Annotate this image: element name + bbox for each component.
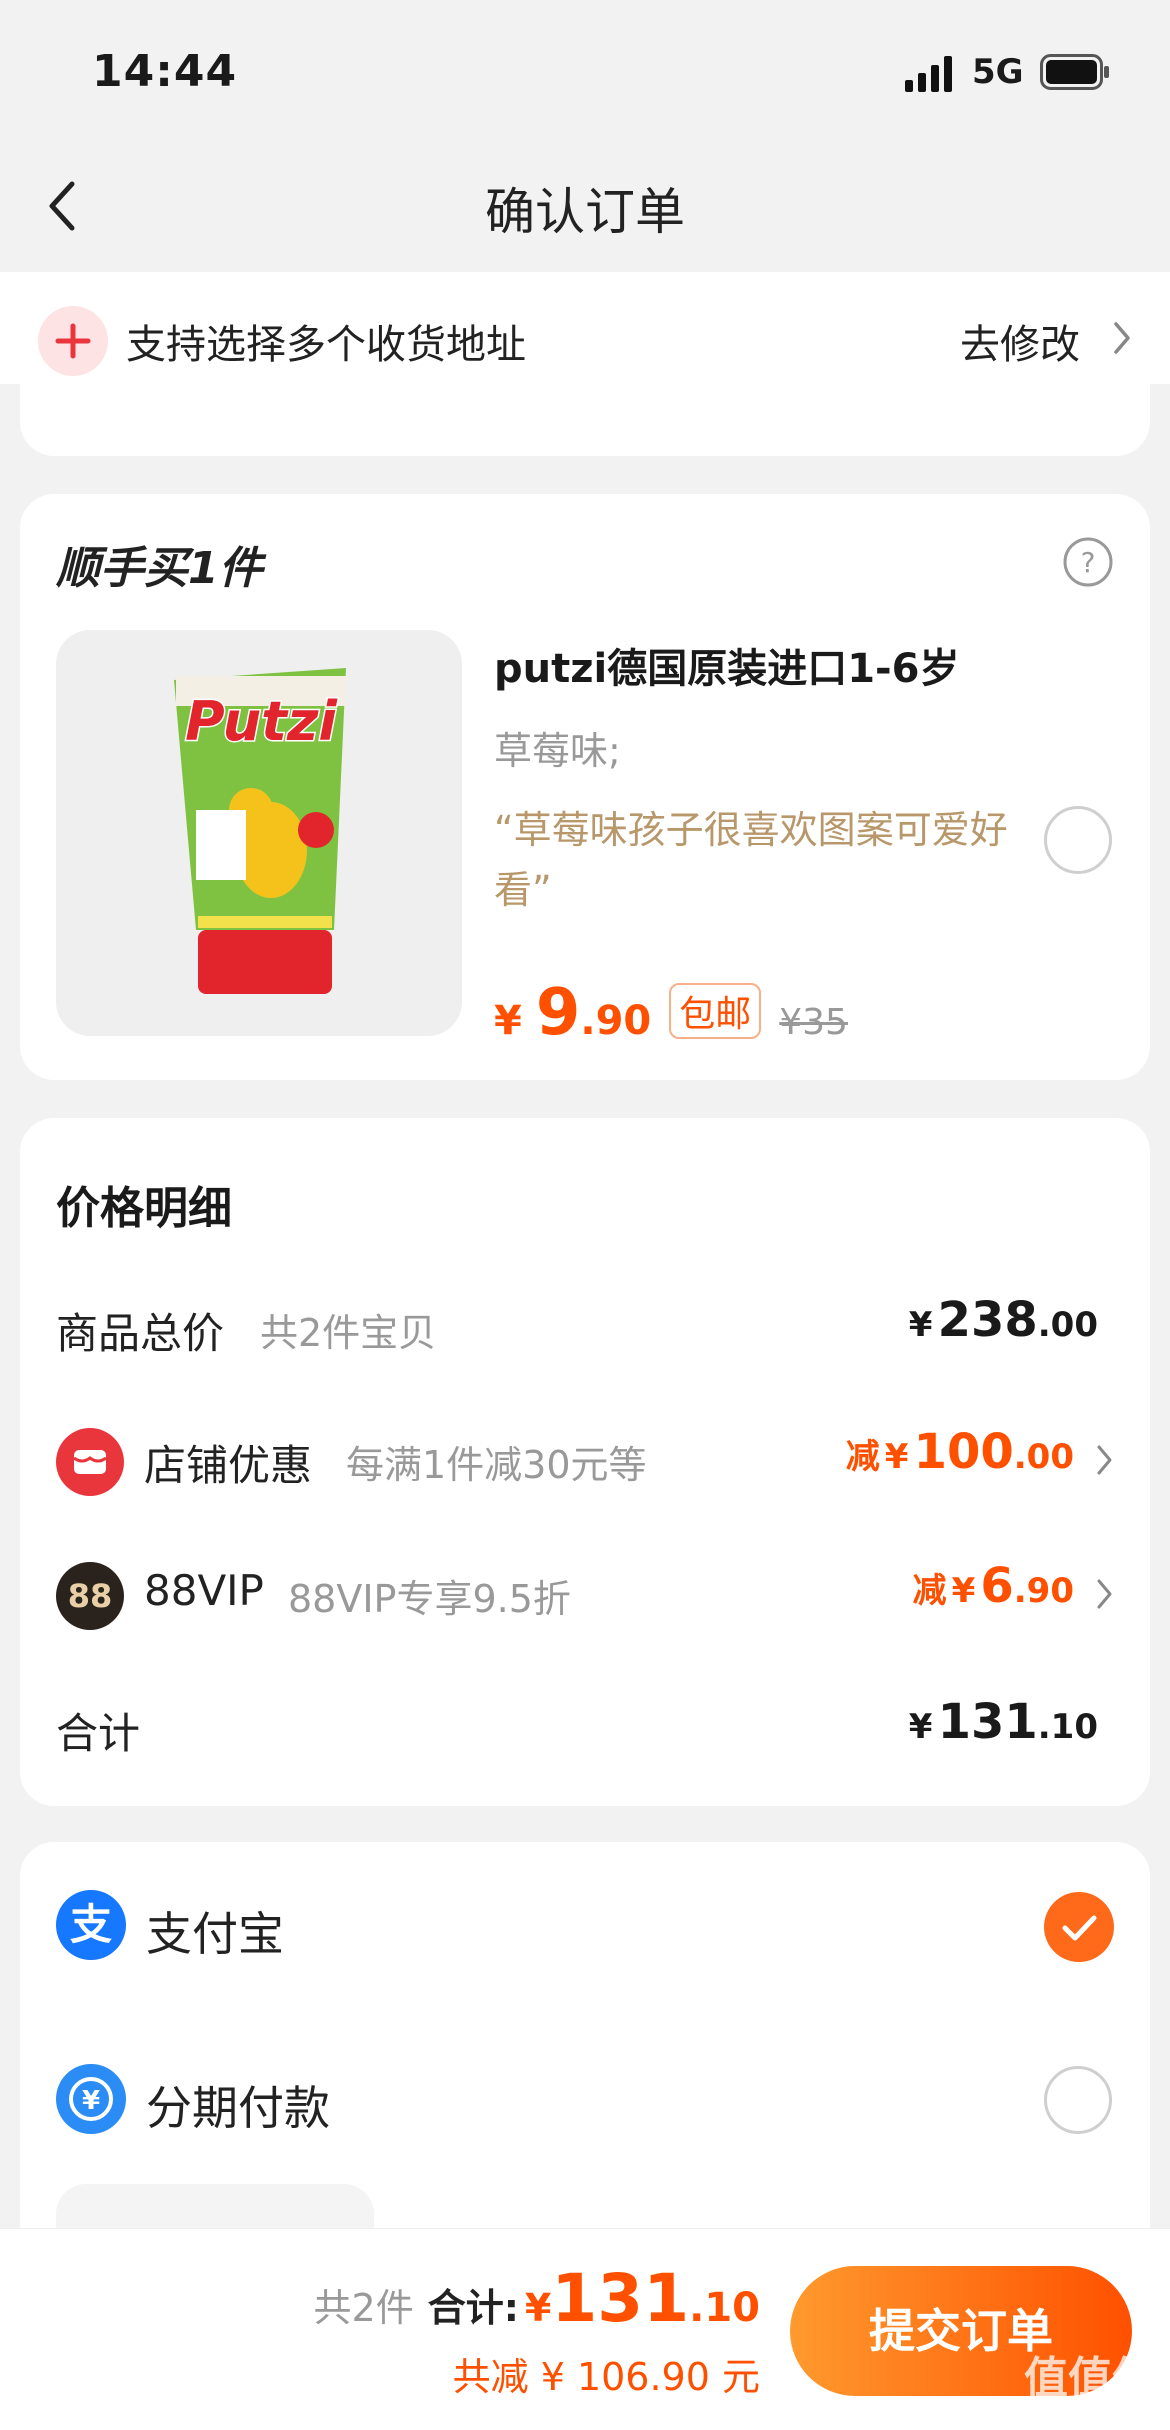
price-decimal: .90	[580, 998, 652, 1044]
checkout-total: 共2件 合计: ¥ 131 .10	[314, 2260, 760, 2337]
free-shipping-badge: 包邮	[669, 983, 762, 1039]
currency: ¥	[951, 1571, 976, 1611]
signal-icon	[905, 56, 952, 92]
currency: ¥	[908, 1305, 933, 1345]
help-icon[interactable]: ?	[1062, 536, 1114, 588]
amount-decimal: .00	[1013, 1437, 1074, 1477]
goods-total-amount: ¥ 238.00	[909, 1292, 1098, 1348]
vip-desc: 88VIP专享9.5折	[288, 1577, 571, 1621]
brand-text: Putzi	[185, 690, 338, 753]
price-integer: 9	[535, 976, 581, 1050]
product-review: “草莓味孩子很喜欢图案可爱好看”	[494, 808, 1008, 912]
goods-total-label: 商品总价	[56, 1309, 225, 1358]
battery-icon	[1040, 54, 1109, 90]
alipay-label[interactable]: 支付宝	[146, 1898, 284, 1964]
installment-radio[interactable]	[1044, 2066, 1112, 2134]
original-price: ¥35	[779, 1002, 848, 1043]
total-saved: 共减 ¥ 106.90 元	[452, 2355, 760, 2399]
network-label: 5G	[972, 52, 1024, 92]
addon-select-radio[interactable]	[1044, 806, 1112, 874]
addon-title: 顺手买1件	[56, 543, 263, 594]
product-image[interactable]: Putzi	[56, 630, 462, 1036]
product-spec: 草莓味;	[494, 729, 621, 773]
address-card-bottom	[20, 384, 1150, 456]
alipay-selected-check[interactable]	[1044, 1892, 1114, 1962]
discount-prefix: 减	[845, 1437, 880, 1477]
subtotal-amount: ¥ 131.10	[909, 1694, 1098, 1750]
item-count: 共2件	[313, 2286, 414, 2330]
svg-text:?: ?	[1081, 546, 1096, 579]
page-title: 确认订单	[485, 183, 685, 241]
amount-integer: 131	[937, 1694, 1038, 1750]
svg-text:¥: ¥	[82, 2086, 100, 2116]
shop-icon	[56, 1428, 124, 1496]
subtotal-label: 合计	[56, 1709, 141, 1758]
goods-count: 共2件宝贝	[260, 1311, 437, 1355]
watermark: 值值值	[1024, 2353, 1156, 2404]
watermark-url: zhizhizhi.com	[1020, 2402, 1129, 2421]
amount-integer: 100	[913, 1424, 1014, 1480]
multi-address-text: 支持选择多个收货地址	[126, 322, 526, 368]
product-name[interactable]: putzi德国原装进口1-6岁	[494, 636, 960, 694]
discount-prefix: 减	[912, 1571, 947, 1611]
amount-decimal: .10	[1037, 1707, 1098, 1747]
chevron-right-icon[interactable]	[1110, 318, 1134, 358]
chevron-right-icon[interactable]	[1094, 1576, 1116, 1612]
sum-integer: 131	[551, 2260, 690, 2337]
amount-decimal: .90	[1013, 1571, 1074, 1611]
toothpaste-tube-image: Putzi	[174, 668, 346, 994]
edit-address-link[interactable]: 去修改	[960, 312, 1080, 370]
shop-discount-label[interactable]: 店铺优惠	[144, 1432, 312, 1493]
chevron-right-icon[interactable]	[1094, 1442, 1116, 1478]
vip-discount-amount[interactable]: 减 ¥ 6.90	[913, 1558, 1075, 1614]
vip-label[interactable]: 88VIP	[144, 1566, 264, 1615]
amount-integer: 6	[980, 1558, 1014, 1614]
price-detail-title: 价格明细	[56, 1183, 232, 1234]
currency: ¥	[884, 1437, 909, 1477]
currency: ¥	[908, 1707, 933, 1747]
price-currency: ¥	[494, 998, 522, 1044]
amount-decimal: .00	[1037, 1305, 1098, 1345]
addon-price: ¥ 9 .90 包邮 ¥35	[494, 976, 848, 1050]
sum-currency: ¥	[524, 2286, 552, 2330]
sum-decimal: .10	[689, 2285, 760, 2331]
vip-88-icon: 88	[56, 1562, 124, 1630]
alipay-icon: 支	[56, 1890, 126, 1960]
installment-icon: ¥	[56, 2064, 126, 2134]
shop-discount-amount[interactable]: 减 ¥ 100.00	[846, 1424, 1074, 1480]
plus-icon[interactable]	[38, 306, 108, 376]
installment-label[interactable]: 分期付款	[146, 2072, 330, 2138]
sum-label: 合计:	[427, 2286, 519, 2330]
status-time: 14:44	[92, 46, 238, 97]
amount-integer: 238	[937, 1292, 1038, 1348]
shop-discount-desc: 每满1件减30元等	[346, 1443, 647, 1487]
